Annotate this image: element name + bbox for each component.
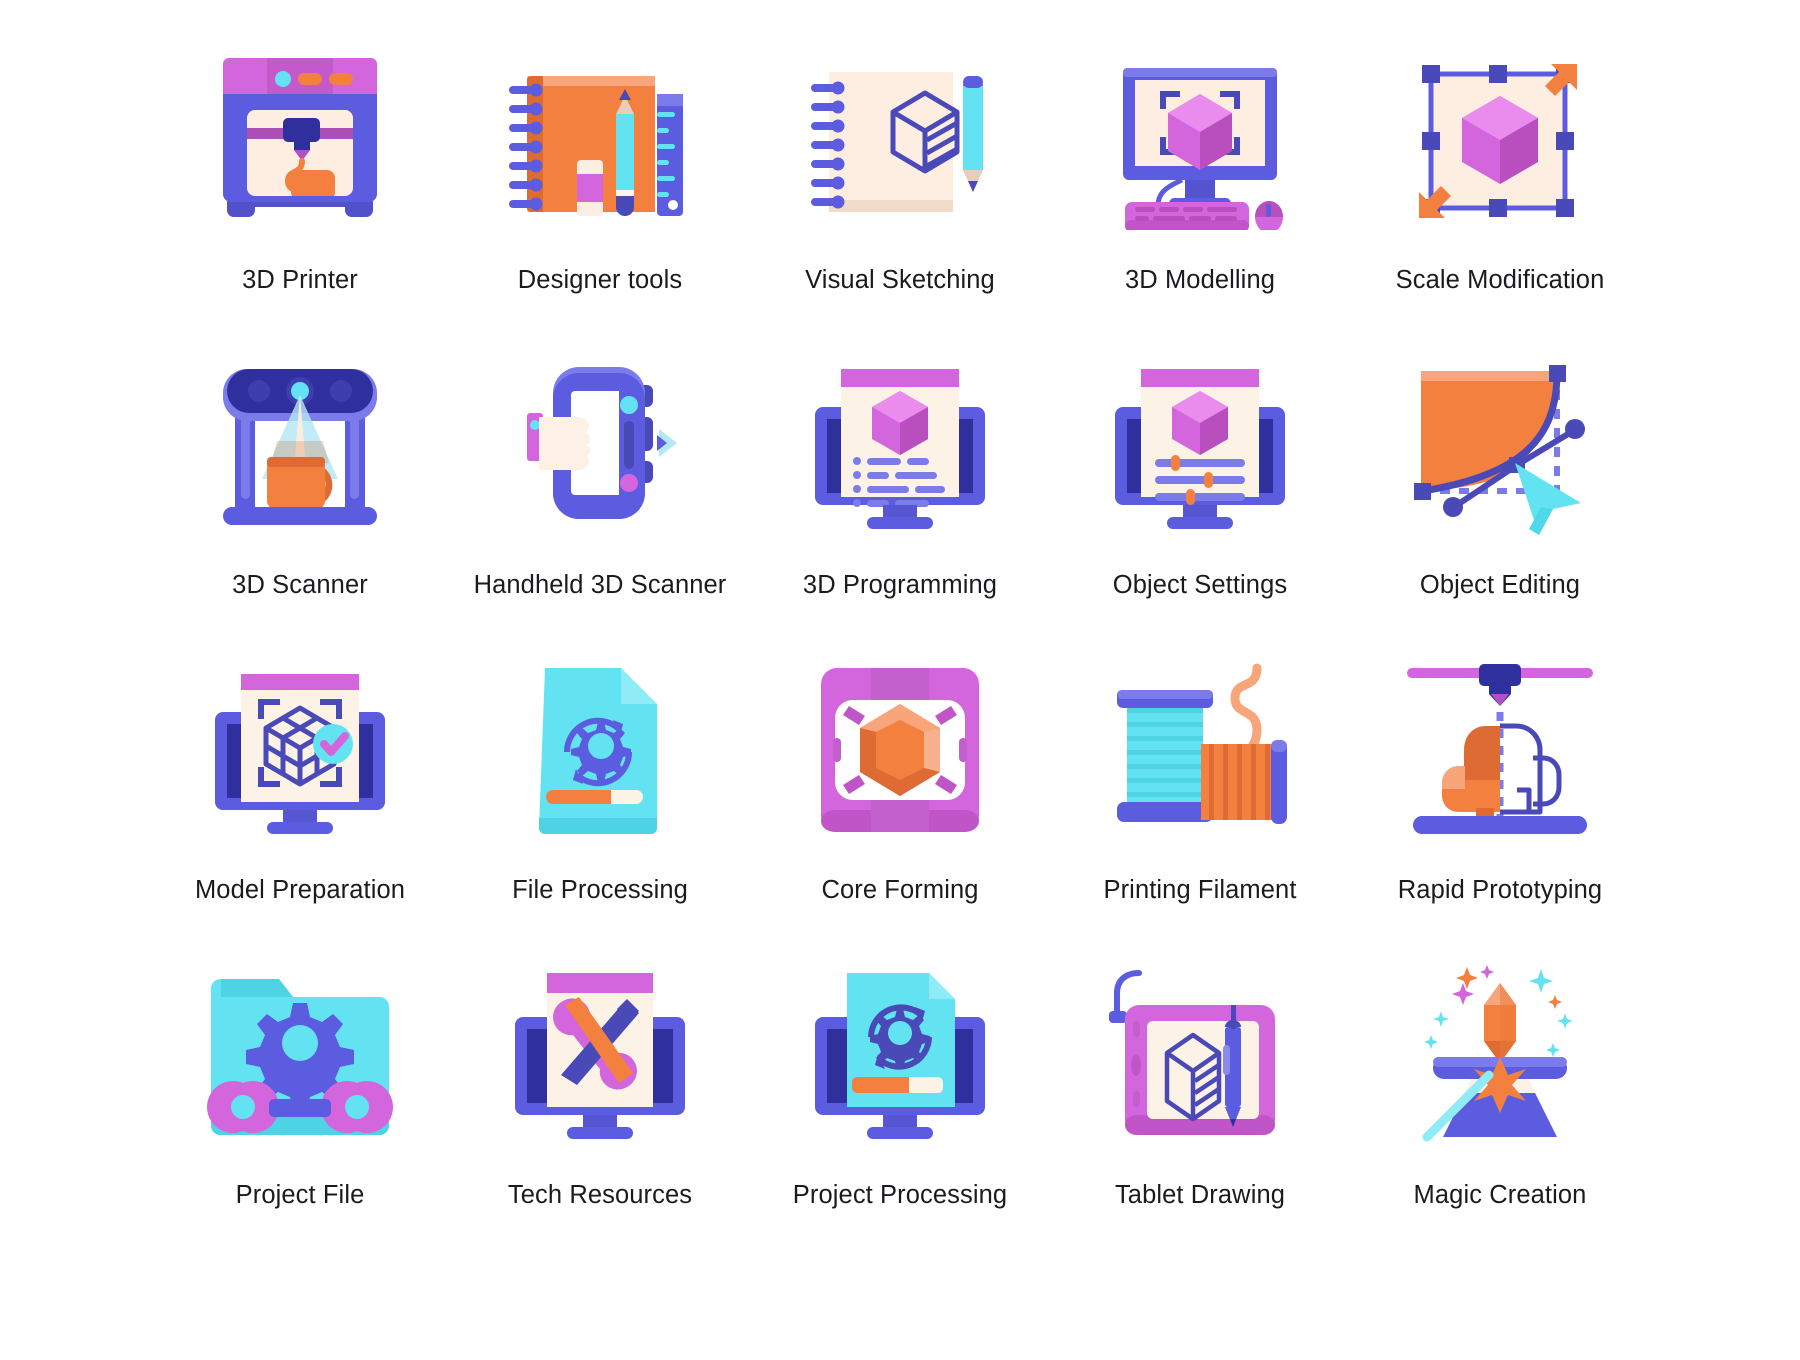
- icon-label: Printing Filament: [1103, 876, 1297, 904]
- printer-3d-icon: [185, 40, 415, 240]
- icon-card-handheld-3d-scanner[interactable]: Handheld 3D Scanner: [450, 345, 750, 650]
- core-forming-icon: [785, 650, 1015, 850]
- handheld-3d-scanner-icon: [485, 345, 715, 545]
- icon-label: 3D Printer: [242, 266, 358, 294]
- icon-label: Project File: [235, 1181, 365, 1209]
- icon-label: Object Settings: [1112, 571, 1288, 599]
- icon-label: Model Preparation: [194, 876, 406, 904]
- tablet-drawing-icon: [1085, 955, 1315, 1155]
- icon-label: 3D Scanner: [232, 571, 368, 599]
- icon-card-project-processing[interactable]: Project Processing: [750, 955, 1050, 1260]
- icon-label: Magic Creation: [1413, 1181, 1587, 1209]
- icon-card-modelling-3d[interactable]: 3D Modelling: [1050, 40, 1350, 345]
- icon-label: Project Processing: [792, 1181, 1008, 1209]
- icon-card-scale-modification[interactable]: Scale Modification: [1350, 40, 1650, 345]
- icon-label: Object Editing: [1419, 571, 1581, 599]
- icon-card-tablet-drawing[interactable]: Tablet Drawing: [1050, 955, 1350, 1260]
- icon-card-scanner-3d[interactable]: 3D Scanner: [150, 345, 450, 650]
- icon-label: Tablet Drawing: [1114, 1181, 1286, 1209]
- object-editing-icon: [1385, 345, 1615, 545]
- icon-label: Core Forming: [821, 876, 979, 904]
- icon-card-file-processing[interactable]: File Processing: [450, 650, 750, 955]
- icon-card-rapid-prototyping[interactable]: Rapid Prototyping: [1350, 650, 1650, 955]
- icon-card-tech-resources[interactable]: Tech Resources: [450, 955, 750, 1260]
- printing-filament-icon: [1085, 650, 1315, 850]
- magic-creation-icon: [1385, 955, 1615, 1155]
- visual-sketching-icon: [785, 40, 1015, 240]
- icon-label: Visual Sketching: [805, 266, 995, 294]
- icon-label: File Processing: [512, 876, 688, 904]
- icon-card-core-forming[interactable]: Core Forming: [750, 650, 1050, 955]
- icon-card-object-settings[interactable]: Object Settings: [1050, 345, 1350, 650]
- icon-label: Handheld 3D Scanner: [473, 571, 727, 599]
- icon-label: 3D Programming: [802, 571, 998, 599]
- icon-grid: 3D Printer Designer tools Visual Sketchi…: [0, 0, 1800, 1360]
- modelling-3d-icon: [1085, 40, 1315, 240]
- model-preparation-icon: [185, 650, 415, 850]
- icon-card-visual-sketching[interactable]: Visual Sketching: [750, 40, 1050, 345]
- object-settings-icon: [1085, 345, 1315, 545]
- icon-label: Rapid Prototyping: [1397, 876, 1603, 904]
- icon-card-project-file[interactable]: Project File: [150, 955, 450, 1260]
- icon-card-object-editing[interactable]: Object Editing: [1350, 345, 1650, 650]
- programming-3d-icon: [785, 345, 1015, 545]
- icon-label: Designer tools: [517, 266, 683, 294]
- project-processing-icon: [785, 955, 1015, 1155]
- icon-card-programming-3d[interactable]: 3D Programming: [750, 345, 1050, 650]
- project-file-icon: [185, 955, 415, 1155]
- icon-card-magic-creation[interactable]: Magic Creation: [1350, 955, 1650, 1260]
- rapid-prototyping-icon: [1385, 650, 1615, 850]
- icon-card-designer-tools[interactable]: Designer tools: [450, 40, 750, 345]
- icon-label: Scale Modification: [1395, 266, 1605, 294]
- icon-label: 3D Modelling: [1124, 266, 1276, 294]
- scanner-3d-icon: [185, 345, 415, 545]
- designer-tools-icon: [485, 40, 715, 240]
- scale-modification-icon: [1385, 40, 1615, 240]
- icon-card-printing-filament[interactable]: Printing Filament: [1050, 650, 1350, 955]
- icon-card-printer-3d[interactable]: 3D Printer: [150, 40, 450, 345]
- tech-resources-icon: [485, 955, 715, 1155]
- file-processing-icon: [485, 650, 715, 850]
- icon-label: Tech Resources: [507, 1181, 693, 1209]
- icon-card-model-preparation[interactable]: Model Preparation: [150, 650, 450, 955]
